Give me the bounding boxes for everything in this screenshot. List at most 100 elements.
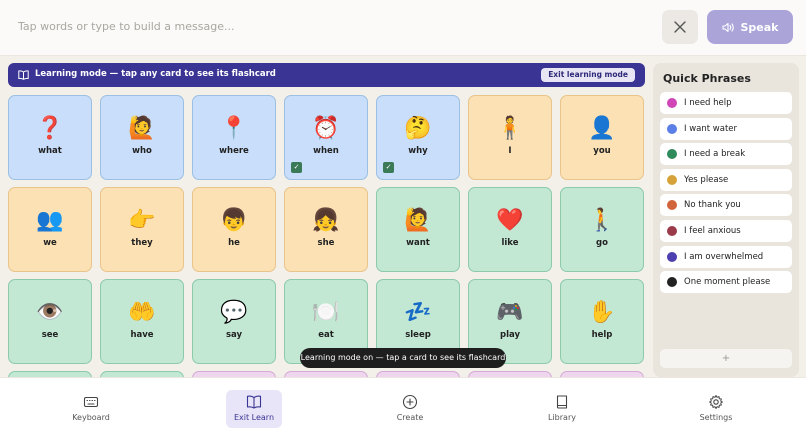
word-card-where[interactable]: 📍 where xyxy=(192,95,276,180)
card-symbol-icon: 👁️ xyxy=(36,300,64,325)
banner-text: Learning mode — tap any card to see its … xyxy=(35,69,276,79)
card-symbol-icon: 👧 xyxy=(312,208,340,233)
word-card-who[interactable]: 🙋 who xyxy=(100,95,184,180)
card-symbol-icon: 🤔 xyxy=(404,116,432,141)
card-label: see xyxy=(41,330,59,340)
card-symbol-icon: 🍽️ xyxy=(312,300,340,325)
word-card-she[interactable]: 👧 she xyxy=(284,187,368,272)
card-label: I xyxy=(508,146,512,156)
card-label: like xyxy=(501,238,519,248)
card-symbol-icon: 🙋 xyxy=(128,116,156,141)
card-symbol-icon: ❤️ xyxy=(496,208,524,233)
card-label: when xyxy=(313,146,339,156)
card-symbol-icon: 🤲 xyxy=(128,300,156,325)
nav-label: Library xyxy=(548,413,576,422)
card-label: we xyxy=(43,238,57,248)
word-card-see[interactable]: 👁️ see xyxy=(8,279,92,364)
card-label: who xyxy=(132,146,152,156)
card-label: why xyxy=(408,146,428,156)
word-card-want[interactable]: 🙋 want xyxy=(376,187,460,272)
message-bar: Tap words or type to build a message... … xyxy=(0,0,806,56)
quick-phrase-item[interactable]: I need a break xyxy=(660,143,792,166)
message-input[interactable]: Tap words or type to build a message... xyxy=(18,20,234,33)
bottom-nav: Keyboard Exit Learn Create Library Setti… xyxy=(0,377,806,440)
card-symbol-icon: 👉 xyxy=(128,208,156,233)
phrase-label: One moment please xyxy=(684,277,771,288)
card-symbol-icon: 🙋 xyxy=(404,208,432,233)
nav-label: Create xyxy=(396,413,424,422)
word-card-what[interactable]: ❓ what xyxy=(8,95,92,180)
word-card-i[interactable]: 🧍 I xyxy=(468,95,552,180)
quick-phrase-item[interactable]: I am overwhelmed xyxy=(660,245,792,268)
phrase-color-dot xyxy=(667,98,677,108)
word-card-they[interactable]: 👉 they xyxy=(100,187,184,272)
book-open-icon xyxy=(246,395,262,409)
quick-phrase-item[interactable]: I need help xyxy=(660,92,792,114)
phrase-color-dot xyxy=(667,251,677,262)
phrase-label: Yes please xyxy=(684,174,729,185)
quick-phrase-item[interactable]: Yes please xyxy=(660,168,792,191)
nav-keyboard[interactable]: Keyboard xyxy=(63,390,119,428)
card-label: go xyxy=(596,238,608,248)
gear-icon xyxy=(709,395,723,409)
close-icon xyxy=(674,21,686,33)
card-label: what xyxy=(38,146,62,156)
nav-exit-learn[interactable]: Exit Learn xyxy=(226,390,282,428)
toast-message: Learning mode on — tap a card to see its… xyxy=(300,348,506,368)
word-card-go[interactable]: 🚶 go xyxy=(560,187,644,272)
speaker-icon xyxy=(721,22,734,32)
nav-create[interactable]: Create xyxy=(382,390,438,428)
learning-mode-banner: Learning mode — tap any card to see its … xyxy=(8,63,645,87)
word-card-why[interactable]: 🤔 why ✓ xyxy=(376,95,460,180)
card-symbol-icon: 📍 xyxy=(220,116,248,141)
exit-learning-mode-button[interactable]: Exit learning mode xyxy=(541,68,635,82)
card-symbol-icon: 💤 xyxy=(404,300,432,325)
nav-library[interactable]: Library xyxy=(534,390,590,428)
nav-label: Exit Learn xyxy=(233,413,275,422)
quick-phrase-item[interactable]: One moment please xyxy=(660,271,792,294)
card-symbol-icon: ✋ xyxy=(588,300,616,325)
nav-label: Settings xyxy=(699,413,733,422)
card-label: he xyxy=(228,238,240,248)
phrase-color-dot xyxy=(667,149,677,160)
phrase-color-dot xyxy=(667,277,677,288)
clear-button[interactable] xyxy=(662,10,698,44)
word-card-help[interactable]: ✋ help xyxy=(560,279,644,364)
card-label: she xyxy=(317,238,335,248)
card-symbol-icon: 👥 xyxy=(36,208,64,233)
word-card-when[interactable]: ⏰ when ✓ xyxy=(284,95,368,180)
card-label: they xyxy=(131,238,153,248)
learned-badge-icon: ✓ xyxy=(383,162,394,173)
card-label: you xyxy=(593,146,611,156)
phrase-color-dot xyxy=(667,174,677,185)
word-card-he[interactable]: 👦 he xyxy=(192,187,276,272)
word-card-say[interactable]: 💬 say xyxy=(192,279,276,364)
card-label: help xyxy=(591,330,613,340)
speak-button[interactable]: Speak xyxy=(707,10,793,44)
card-symbol-icon: 💬 xyxy=(220,300,248,325)
card-symbol-icon: ❓ xyxy=(36,116,64,141)
card-symbol-icon: 👦 xyxy=(220,208,248,233)
phrase-label: No thank you xyxy=(684,200,741,211)
phrase-label: I need help xyxy=(684,98,732,108)
word-card-you[interactable]: 👤 you xyxy=(560,95,644,180)
quick-phrase-item[interactable]: I feel anxious xyxy=(660,220,792,242)
quick-phrase-item[interactable]: I want water xyxy=(660,117,792,140)
word-card-like[interactable]: ❤️ like xyxy=(468,187,552,272)
card-symbol-icon: 👤 xyxy=(588,116,616,141)
book-icon xyxy=(556,395,568,409)
card-label: have xyxy=(130,330,154,340)
nav-settings[interactable]: Settings xyxy=(688,390,744,428)
add-phrase-button[interactable]: + xyxy=(660,349,792,368)
plus-circle-icon xyxy=(402,394,418,410)
card-label: say xyxy=(225,330,243,340)
phrase-label: I am overwhelmed xyxy=(684,251,764,262)
keyboard-icon xyxy=(83,396,99,408)
word-card-we[interactable]: 👥 we xyxy=(8,187,92,272)
word-card-have[interactable]: 🤲 have xyxy=(100,279,184,364)
quick-phrases-title: Quick Phrases xyxy=(663,72,751,85)
quick-phrase-item[interactable]: No thank you xyxy=(660,194,792,217)
card-symbol-icon: 🎮 xyxy=(496,300,524,325)
card-symbol-icon: 🚶 xyxy=(588,208,616,233)
card-label: eat xyxy=(318,330,334,340)
